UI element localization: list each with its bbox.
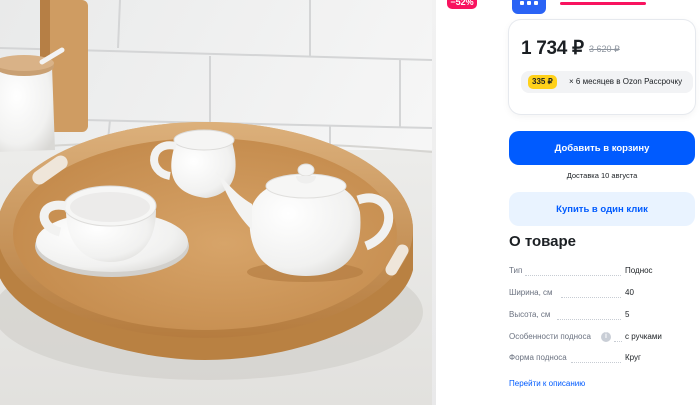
go-to-description-link[interactable]: Перейти к описанию [509,379,585,388]
add-to-cart-button[interactable]: Добавить в корзину [509,131,695,165]
spec-row: Ширина, см 40 [509,288,699,302]
spec-dots [557,319,621,320]
spec-dots [525,275,621,276]
spec-value: с ручками [625,332,662,341]
info-icon[interactable]: i [601,332,611,342]
installment-offer[interactable]: 335 ₽ × 6 месяцев в Ozon Рассрочку [521,71,693,93]
old-price: 3 620 ₽ [589,44,620,54]
spec-value: 40 [625,288,634,297]
spec-value: Поднос [625,266,653,275]
buy-one-click-button[interactable]: Купить в один клик [509,192,695,226]
product-photo[interactable] [0,0,432,405]
installment-text: × 6 месяцев в Ozon Рассрочку [569,77,683,86]
spec-value: Круг [625,353,641,362]
spec-label: Тип [509,266,523,275]
discount-badge: −52% [447,0,477,9]
spec-label: Особенности подноса [509,332,591,341]
promo-underline [560,2,646,5]
spec-row: Тип Поднос [509,266,699,280]
spec-label: Ширина, см [509,288,553,297]
about-title: О товаре [509,233,577,250]
spec-label: Форма подноса [509,353,567,362]
delivery-date: Доставка 10 августа [566,171,638,180]
spec-row: Особенности подноса i с ручками [509,332,699,346]
installment-amount: 335 ₽ [528,75,557,89]
ozon-app-icon[interactable] [512,0,546,14]
spec-label: Высота, см [509,310,551,319]
photo-divider [432,0,436,405]
spec-row: Форма подноса Круг [509,353,699,367]
spec-dots [561,297,621,298]
price-card: 1 734 ₽ 3 620 ₽ 335 ₽ × 6 месяцев в Ozon… [509,20,695,114]
current-price: 1 734 ₽ [521,38,584,59]
spec-value: 5 [625,310,630,319]
spec-dots [571,362,621,363]
spec-row: Высота, см 5 [509,310,699,324]
spec-dots [614,341,622,342]
